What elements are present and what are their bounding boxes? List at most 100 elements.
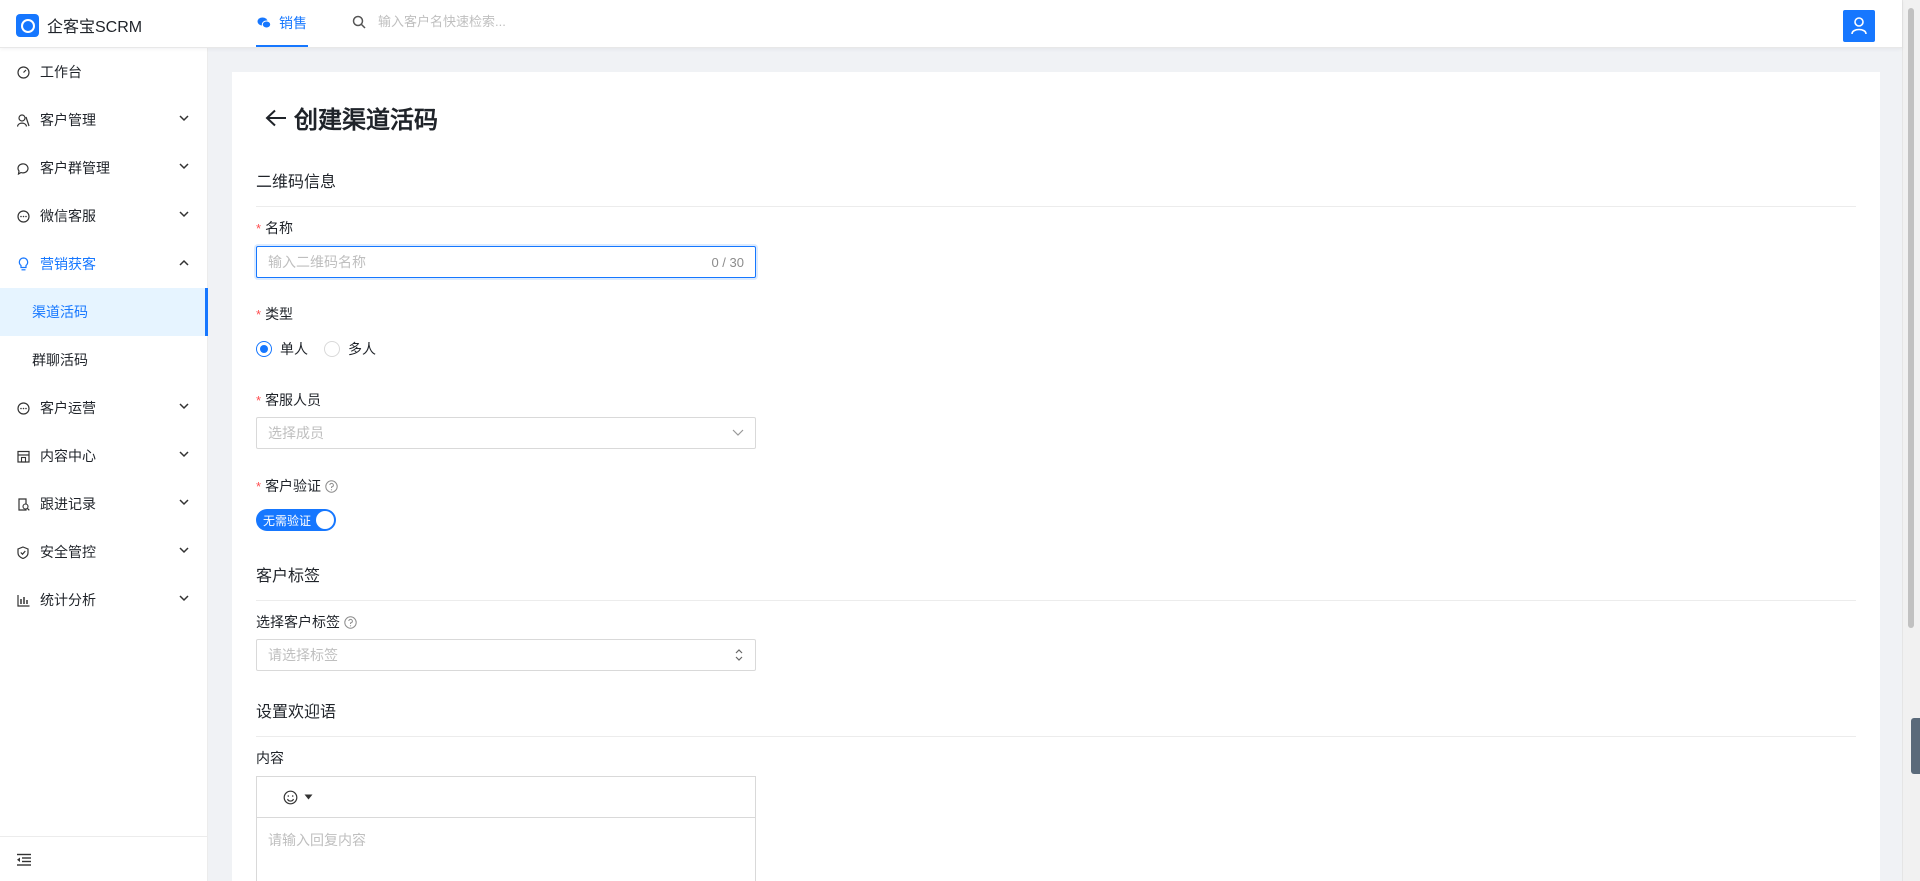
sidebar-item-label: 微信客服 [40,208,96,224]
sidebar-item-marketing[interactable]: 营销获客 [0,240,207,288]
radio-label: 单人 [280,341,308,357]
chevron-down-icon [732,429,744,436]
radio-label: 多人 [348,341,376,357]
nav-tab-sales[interactable]: 销售 [256,0,308,47]
page-title: 创建渠道活码 [294,107,438,134]
name-input[interactable] [268,254,712,270]
chevron-down-icon [179,115,189,122]
message-icon [16,209,30,223]
required-mark: * [256,306,262,322]
sidebar-item-label: 客户管理 [40,112,96,128]
search-input[interactable] [378,14,618,29]
caret-down-icon[interactable] [304,794,313,800]
chevron-up-icon [179,259,189,266]
radio-multiple[interactable]: 多人 [324,339,376,359]
user-avatar[interactable] [1843,10,1875,42]
char-counter: 0 / 30 [711,254,744,270]
sidebar-item-label: 客户运营 [40,400,96,416]
dashboard-icon [16,65,30,79]
sidebar-subitem-group-qr[interactable]: 群聊活码 [0,336,207,384]
chevron-down-icon [179,163,189,170]
sidebar-item-label: 跟进记录 [40,496,96,512]
type-radio-group: 单人 多人 [256,339,392,359]
required-mark: * [256,478,262,494]
staff-select-placeholder: 选择成员 [268,425,324,441]
scrollbar-thumb[interactable] [1908,8,1914,628]
sidebar-item-label: 工作台 [40,64,82,80]
sidebar-item-label: 统计分析 [40,592,96,608]
editor-body[interactable]: 请输入回复内容 [257,818,755,862]
bar-chart-icon [16,593,30,607]
wechat-icon [257,17,271,28]
sidebar-item-label: 营销获客 [40,256,96,272]
editor-placeholder: 请输入回复内容 [268,832,366,848]
chevron-down-icon [179,499,189,506]
switch-text: 无需验证 [263,513,312,528]
sort-caret-icon [735,649,743,661]
logo-icon [16,13,39,37]
sidebar-item-label: 内容中心 [40,448,96,464]
app-logo[interactable]: 企客宝SCRM [16,13,142,37]
sidebar-item-customers[interactable]: 客户管理 [0,96,207,144]
back-button[interactable] [262,104,290,132]
switch-knob [316,511,334,529]
radio-single[interactable]: 单人 [256,339,308,359]
emoji-icon[interactable] [283,790,298,805]
shield-icon [16,545,30,559]
user-group-icon [16,113,30,127]
tags-label: 选择客户标签 [256,612,357,632]
app-name: 企客宝SCRM [47,19,143,36]
sidebar-subitem-channel-qr[interactable]: 渠道活码 [0,288,208,336]
section-welcome: 设置欢迎语 [256,698,1856,737]
type-label-text: 类型 [265,306,294,322]
chevron-down-icon [179,451,189,458]
tags-select-placeholder: 请选择标签 [268,647,338,663]
customer-search[interactable] [352,14,652,29]
sidebar-subitem-label: 渠道活码 [32,304,88,320]
content-label: 内容 [256,748,284,768]
verify-switch[interactable]: 无需验证 [256,509,336,531]
sidebar-collapse-button[interactable] [0,836,207,881]
page-scrollbar[interactable] [1902,0,1920,881]
required-mark: * [256,392,262,408]
name-field[interactable]: 0 / 30 [256,246,756,278]
question-circle-icon[interactable] [325,479,338,493]
sidebar-item-operations[interactable]: 客户运营 [0,384,207,432]
verify-label: * 客户验证 [256,476,338,496]
name-label-text: 名称 [265,220,294,236]
side-handle[interactable] [1911,718,1920,774]
record-icon [16,497,30,511]
name-label: * 名称 [256,218,293,238]
store-icon [16,449,30,463]
question-circle-icon[interactable] [344,615,357,629]
nav-tab-label: 销售 [279,14,307,31]
section-qr-info: 二维码信息 [256,168,1856,207]
tags-select[interactable]: 请选择标签 [256,639,756,671]
message-icon [16,401,30,415]
sidebar-item-follow-up[interactable]: 跟进记录 [0,480,207,528]
sidebar-item-content-center[interactable]: 内容中心 [0,432,207,480]
sidebar-item-analytics[interactable]: 统计分析 [0,576,207,624]
menu-fold-icon [17,853,31,866]
tags-label-text: 选择客户标签 [256,614,340,630]
welcome-editor[interactable]: 请输入回复内容 [256,776,756,881]
search-icon [352,15,366,29]
sidebar-item-security[interactable]: 安全管控 [0,528,207,576]
staff-label: * 客服人员 [256,390,321,410]
radio-dot[interactable] [324,341,340,357]
type-label: * 类型 [256,304,293,324]
required-mark: * [256,220,262,236]
section-customer-tags: 客户标签 [256,562,1856,601]
radio-dot[interactable] [256,341,272,357]
sidebar-item-customer-groups[interactable]: 客户群管理 [0,144,207,192]
sidebar-item-workbench[interactable]: 工作台 [0,48,207,96]
chevron-down-icon [179,595,189,602]
form-card: 创建渠道活码 二维码信息 * 名称 0 / 30 * 类型 单人 多人 * 客服… [232,72,1880,881]
content-label-text: 内容 [256,750,284,766]
sidebar-item-wechat-service[interactable]: 微信客服 [0,192,207,240]
staff-select[interactable]: 选择成员 [256,417,756,449]
sidebar-item-label: 客户群管理 [40,160,110,176]
user-icon [1851,17,1867,35]
staff-label-text: 客服人员 [265,392,322,408]
chevron-down-icon [179,403,189,410]
